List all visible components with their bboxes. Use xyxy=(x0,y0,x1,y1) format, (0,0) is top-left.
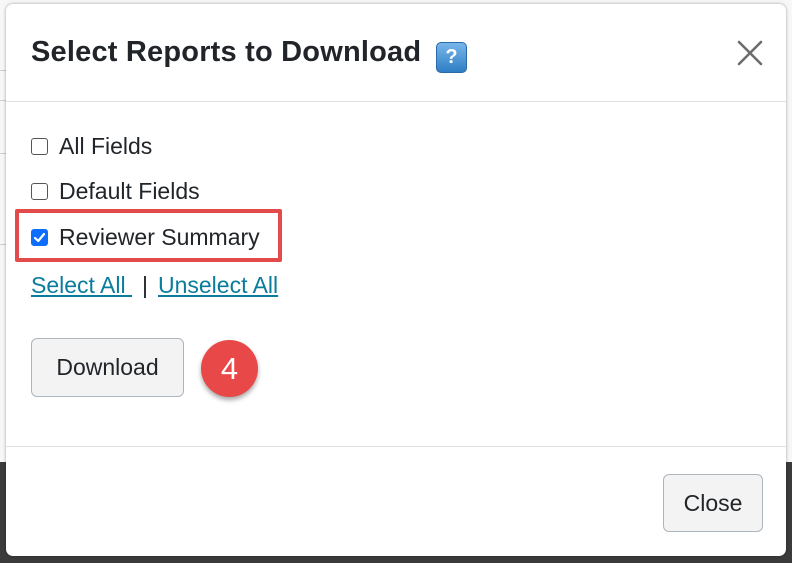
option-reviewer-summary[interactable]: Reviewer Summary xyxy=(31,224,260,251)
step-badge: 4 xyxy=(201,340,258,397)
option-all-fields[interactable]: All Fields xyxy=(31,133,152,160)
close-x-icon[interactable] xyxy=(733,36,767,70)
dialog-header: Select Reports to Download ? xyxy=(6,4,786,102)
download-button[interactable]: Download xyxy=(31,338,184,397)
close-button[interactable]: Close xyxy=(663,474,763,532)
unselect-all-link[interactable]: Unselect All xyxy=(158,272,278,298)
dialog-title: Select Reports to Download xyxy=(31,36,422,68)
dialog-footer: Close xyxy=(6,446,786,557)
select-all-link[interactable]: Select All xyxy=(31,272,132,298)
checkbox[interactable] xyxy=(31,183,48,200)
help-icon[interactable]: ? xyxy=(436,42,467,73)
checkbox[interactable] xyxy=(31,138,48,155)
dialog-body: All Fields Default Fields Reviewer Summa… xyxy=(6,102,786,446)
link-separator: | xyxy=(142,272,148,298)
checkbox-checked[interactable] xyxy=(31,229,48,246)
selection-links: Select All | Unselect All xyxy=(31,272,278,299)
download-reports-dialog: Select Reports to Download ? All Fields … xyxy=(6,4,786,556)
checkmark-icon xyxy=(33,232,46,243)
option-label: All Fields xyxy=(59,133,153,159)
option-label: Default Fields xyxy=(59,178,200,204)
option-default-fields[interactable]: Default Fields xyxy=(31,178,200,205)
option-label: Reviewer Summary xyxy=(59,224,260,250)
